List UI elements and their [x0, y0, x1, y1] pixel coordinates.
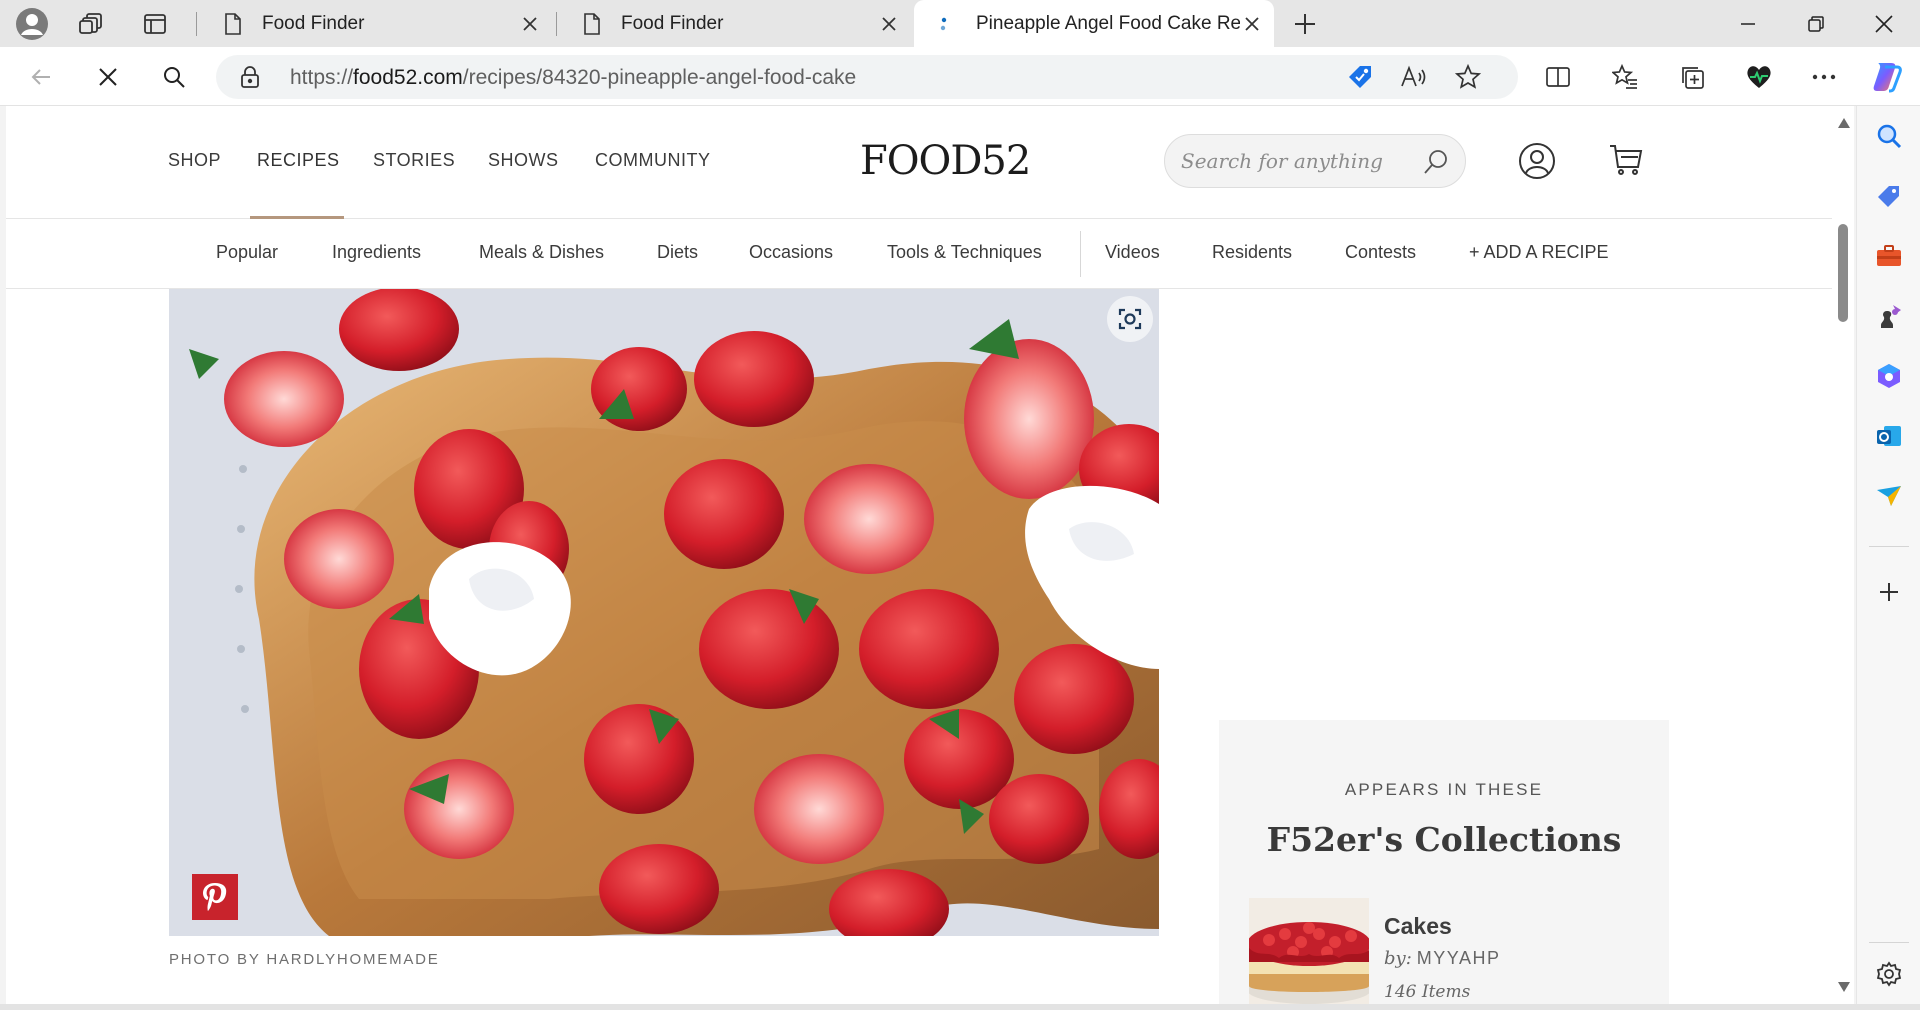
new-tab-plus-icon[interactable]	[1287, 6, 1323, 42]
recipes-sub-nav: Popular Ingredients Meals & Dishes Diets…	[6, 219, 1838, 289]
split-screen-icon[interactable]	[1539, 58, 1577, 96]
url-path: /recipes/84320-pineapple-angel-food-cake	[462, 66, 857, 89]
tab-food-finder-1[interactable]: Food Finder	[200, 0, 552, 47]
nav-community[interactable]: COMMUNITY	[595, 150, 711, 171]
web-page: SHOP RECIPES STORIES SHOWS COMMUNITY FOO…	[6, 106, 1838, 1004]
browser-essentials-icon[interactable]	[1740, 58, 1778, 96]
close-tab-icon[interactable]	[877, 12, 901, 36]
browser-tab-bar: Food Finder Food Finder Pineapple Angel …	[0, 0, 1920, 47]
outlook-icon[interactable]	[1873, 420, 1905, 452]
nav-shows[interactable]: SHOWS	[488, 150, 559, 171]
collection-name[interactable]: Cakes	[1384, 913, 1452, 940]
minimize-icon[interactable]	[1714, 0, 1782, 47]
scroll-up-arrow-icon[interactable]	[1838, 118, 1850, 128]
send-paper-plane-icon[interactable]	[1873, 480, 1905, 512]
subnav-contests[interactable]: Contests	[1345, 242, 1416, 263]
browser-toolbar: https://food52.com/recipes/84320-pineapp…	[0, 47, 1920, 106]
page-icon	[581, 12, 603, 35]
shopping-tag-icon[interactable]	[1873, 180, 1905, 212]
back-arrow-icon[interactable]	[22, 58, 60, 96]
tab-title: Pineapple Angel Food Cake Recip	[976, 12, 1240, 34]
sidebar-divider	[1869, 942, 1909, 943]
collections-eyebrow: APPEARS IN THESE	[1344, 780, 1544, 799]
subnav-residents[interactable]: Residents	[1212, 242, 1292, 263]
subnav-videos[interactable]: Videos	[1105, 242, 1160, 263]
nav-shop[interactable]: SHOP	[168, 150, 221, 171]
lock-icon[interactable]	[240, 65, 260, 89]
tab-food-finder-2[interactable]: Food Finder	[559, 0, 911, 47]
tab-pineapple-angel-food-cake[interactable]: Pineapple Angel Food Cake Recip	[914, 0, 1274, 47]
subnav-popular[interactable]: Popular	[216, 242, 278, 263]
read-aloud-icon[interactable]	[1400, 65, 1426, 89]
coupons-tag-icon[interactable]	[1346, 63, 1374, 91]
url-text[interactable]: https://food52.com/recipes/84320-pineapp…	[290, 66, 856, 90]
restore-icon[interactable]	[1782, 0, 1850, 47]
collection-user[interactable]: MYYAHP	[1417, 948, 1501, 968]
vertical-tabs-icon[interactable]	[137, 6, 173, 42]
workspaces-icon[interactable]	[74, 6, 110, 42]
close-tab-icon[interactable]	[1240, 12, 1264, 36]
search-icon[interactable]	[1873, 120, 1905, 152]
subnav-ingredients[interactable]: Ingredients	[332, 242, 421, 263]
food52-logo[interactable]: FOOD52	[860, 138, 1031, 184]
subnav-meals-dishes[interactable]: Meals & Dishes	[479, 242, 604, 263]
search-icon[interactable]	[155, 58, 193, 96]
search-icon[interactable]	[1423, 148, 1449, 176]
subnav-tools-techniques[interactable]: Tools & Techniques	[887, 242, 1042, 263]
window-bottom-edge	[0, 1004, 1920, 1010]
subnav-diets[interactable]: Diets	[657, 242, 698, 263]
scrollbar-thumb[interactable]	[1838, 224, 1848, 322]
favorite-star-icon[interactable]	[1455, 64, 1481, 90]
tab-title: Food Finder	[621, 12, 724, 34]
site-header: SHOP RECIPES STORIES SHOWS COMMUNITY FOO…	[6, 106, 1838, 219]
microsoft-365-icon[interactable]	[1873, 360, 1905, 392]
collections-icon[interactable]	[1673, 58, 1711, 96]
tools-briefcase-icon[interactable]	[1873, 240, 1905, 272]
collections-title: F52er's Collections	[1266, 820, 1622, 859]
more-options-icon[interactable]	[1805, 58, 1843, 96]
pinterest-icon[interactable]	[192, 874, 238, 920]
collection-thumbnail[interactable]	[1249, 898, 1369, 1004]
stop-loading-icon[interactable]	[89, 58, 127, 96]
recipe-hero-photo	[169, 289, 1159, 936]
url-prefix: https://	[290, 66, 354, 89]
settings-gear-icon[interactable]	[1873, 958, 1905, 990]
collection-author: by: MYYAHP	[1384, 948, 1500, 969]
profile-icon[interactable]	[14, 6, 50, 42]
close-tab-icon[interactable]	[518, 12, 542, 36]
nav-recipes[interactable]: RECIPES	[257, 150, 340, 171]
cart-icon[interactable]	[1608, 143, 1644, 177]
subnav-add-recipe[interactable]: + ADD A RECIPE	[1469, 242, 1609, 263]
copilot-icon[interactable]	[1866, 56, 1908, 98]
tab-title: Food Finder	[262, 12, 365, 34]
visual-search-icon[interactable]	[1106, 295, 1154, 343]
edge-sidebar	[1856, 106, 1920, 1010]
collection-item-count: 146 Items	[1384, 982, 1471, 1002]
collections-panel: APPEARS IN THESE F52er's Collections Cak…	[1219, 720, 1669, 1004]
favorites-icon[interactable]	[1606, 58, 1644, 96]
games-chess-icon[interactable]	[1873, 300, 1905, 332]
scroll-down-arrow-icon[interactable]	[1838, 982, 1850, 992]
site-search-input[interactable]	[1181, 147, 1421, 175]
address-bar[interactable]: https://food52.com/recipes/84320-pineapp…	[216, 55, 1518, 99]
account-icon[interactable]	[1518, 142, 1556, 180]
photo-credit: PHOTO BY HARDLYHOMEMADE	[169, 951, 440, 968]
url-domain: food52.com	[353, 66, 463, 89]
add-sidebar-app-plus-icon[interactable]	[1873, 576, 1905, 608]
page-icon	[222, 12, 244, 35]
site-search[interactable]	[1164, 134, 1466, 188]
by-label: by:	[1384, 948, 1412, 969]
subnav-divider	[1080, 231, 1081, 277]
sidebar-divider	[1869, 546, 1909, 547]
nav-stories[interactable]: STORIES	[373, 150, 455, 171]
close-window-icon[interactable]	[1850, 0, 1918, 47]
subnav-occasions[interactable]: Occasions	[749, 242, 833, 263]
loading-spinner-icon	[936, 13, 958, 35]
page-scrollbar[interactable]	[1832, 106, 1854, 1004]
